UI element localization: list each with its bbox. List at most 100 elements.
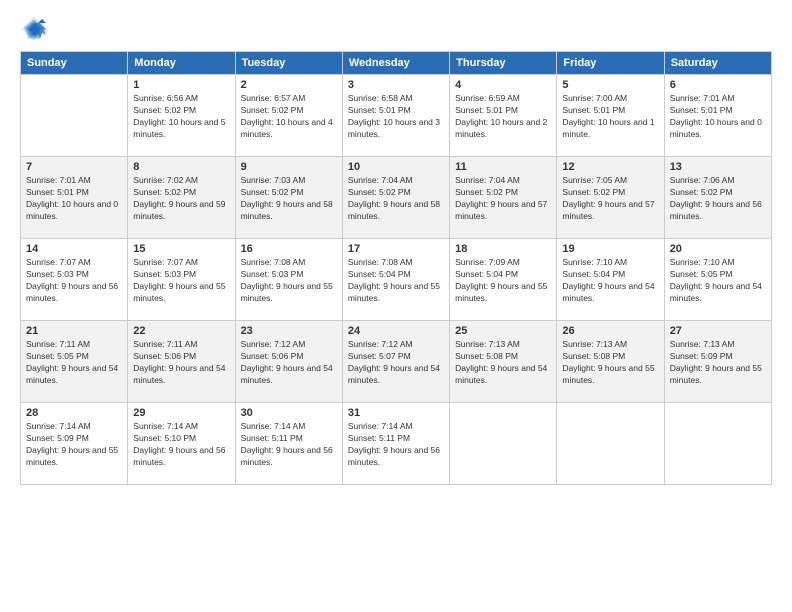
day-number: 24 (348, 325, 444, 337)
calendar-table: SundayMondayTuesdayWednesdayThursdayFrid… (20, 51, 772, 485)
day-number: 19 (562, 243, 658, 255)
logo-icon (20, 15, 48, 43)
calendar-cell: 17 Sunrise: 7:08 AMSunset: 5:04 PMDayligh… (342, 239, 449, 321)
day-info: Sunrise: 7:01 AMSunset: 5:01 PMDaylight:… (26, 175, 122, 223)
calendar-cell (21, 75, 128, 157)
day-info: Sunrise: 7:06 AMSunset: 5:02 PMDaylight:… (670, 175, 766, 223)
day-info: Sunrise: 7:12 AMSunset: 5:06 PMDaylight:… (241, 339, 337, 387)
day-number: 15 (133, 243, 229, 255)
weekday-header: Friday (557, 52, 664, 75)
day-number: 9 (241, 161, 337, 173)
day-number: 11 (455, 161, 551, 173)
calendar-cell: 7 Sunrise: 7:01 AMSunset: 5:01 PMDaylight… (21, 157, 128, 239)
day-number: 7 (26, 161, 122, 173)
weekday-header: Wednesday (342, 52, 449, 75)
weekday-header: Thursday (450, 52, 557, 75)
calendar-cell: 22 Sunrise: 7:11 AMSunset: 5:06 PMDayligh… (128, 321, 235, 403)
day-number: 20 (670, 243, 766, 255)
day-number: 6 (670, 79, 766, 91)
calendar-cell: 30 Sunrise: 7:14 AMSunset: 5:11 PMDayligh… (235, 403, 342, 485)
day-number: 25 (455, 325, 551, 337)
day-info: Sunrise: 6:57 AMSunset: 5:02 PMDaylight:… (241, 93, 337, 141)
day-number: 30 (241, 407, 337, 419)
calendar-cell: 12 Sunrise: 7:05 AMSunset: 5:02 PMDayligh… (557, 157, 664, 239)
calendar-cell: 25 Sunrise: 7:13 AMSunset: 5:08 PMDayligh… (450, 321, 557, 403)
calendar-cell: 1 Sunrise: 6:56 AMSunset: 5:02 PMDaylight… (128, 75, 235, 157)
day-number: 2 (241, 79, 337, 91)
day-number: 18 (455, 243, 551, 255)
calendar-cell: 18 Sunrise: 7:09 AMSunset: 5:04 PMDayligh… (450, 239, 557, 321)
day-info: Sunrise: 7:04 AMSunset: 5:02 PMDaylight:… (455, 175, 551, 223)
calendar-cell: 31 Sunrise: 7:14 AMSunset: 5:11 PMDayligh… (342, 403, 449, 485)
calendar-cell: 19 Sunrise: 7:10 AMSunset: 5:04 PMDayligh… (557, 239, 664, 321)
day-info: Sunrise: 7:08 AMSunset: 5:04 PMDaylight:… (348, 257, 444, 305)
day-info: Sunrise: 7:05 AMSunset: 5:02 PMDaylight:… (562, 175, 658, 223)
calendar-cell: 27 Sunrise: 7:13 AMSunset: 5:09 PMDayligh… (664, 321, 771, 403)
calendar-cell: 3 Sunrise: 6:58 AMSunset: 5:01 PMDaylight… (342, 75, 449, 157)
day-info: Sunrise: 7:14 AMSunset: 5:09 PMDaylight:… (26, 421, 122, 469)
day-number: 28 (26, 407, 122, 419)
weekday-header: Monday (128, 52, 235, 75)
day-number: 22 (133, 325, 229, 337)
weekday-header: Tuesday (235, 52, 342, 75)
day-number: 4 (455, 79, 551, 91)
calendar-cell (664, 403, 771, 485)
day-number: 8 (133, 161, 229, 173)
calendar-cell: 16 Sunrise: 7:08 AMSunset: 5:03 PMDayligh… (235, 239, 342, 321)
calendar-cell: 23 Sunrise: 7:12 AMSunset: 5:06 PMDayligh… (235, 321, 342, 403)
day-number: 16 (241, 243, 337, 255)
day-info: Sunrise: 6:56 AMSunset: 5:02 PMDaylight:… (133, 93, 229, 141)
day-info: Sunrise: 7:13 AMSunset: 5:08 PMDaylight:… (455, 339, 551, 387)
day-info: Sunrise: 7:13 AMSunset: 5:08 PMDaylight:… (562, 339, 658, 387)
calendar-cell: 26 Sunrise: 7:13 AMSunset: 5:08 PMDayligh… (557, 321, 664, 403)
calendar-cell: 5 Sunrise: 7:00 AMSunset: 5:01 PMDaylight… (557, 75, 664, 157)
day-info: Sunrise: 7:09 AMSunset: 5:04 PMDaylight:… (455, 257, 551, 305)
day-number: 21 (26, 325, 122, 337)
day-number: 14 (26, 243, 122, 255)
calendar-cell: 21 Sunrise: 7:11 AMSunset: 5:05 PMDayligh… (21, 321, 128, 403)
calendar-cell: 14 Sunrise: 7:07 AMSunset: 5:03 PMDayligh… (21, 239, 128, 321)
calendar-cell: 8 Sunrise: 7:02 AMSunset: 5:02 PMDaylight… (128, 157, 235, 239)
calendar-cell: 29Sunrise: 7:14 AMSunset: 5:10 PMDayligh… (128, 403, 235, 485)
day-info: Sunrise: 7:13 AMSunset: 5:09 PMDaylight:… (670, 339, 766, 387)
day-number: 31 (348, 407, 444, 419)
day-info: Sunrise: 7:03 AMSunset: 5:02 PMDaylight:… (241, 175, 337, 223)
calendar-cell: 28 Sunrise: 7:14 AMSunset: 5:09 PMDayligh… (21, 403, 128, 485)
calendar-cell: 6 Sunrise: 7:01 AMSunset: 5:01 PMDaylight… (664, 75, 771, 157)
day-number: 10 (348, 161, 444, 173)
day-info: Sunrise: 6:59 AMSunset: 5:01 PMDaylight:… (455, 93, 551, 141)
day-number: 3 (348, 79, 444, 91)
calendar-cell: 11 Sunrise: 7:04 AMSunset: 5:02 PMDayligh… (450, 157, 557, 239)
calendar-cell: 2 Sunrise: 6:57 AMSunset: 5:02 PMDaylight… (235, 75, 342, 157)
calendar-cell: 15 Sunrise: 7:07 AMSunset: 5:03 PMDayligh… (128, 239, 235, 321)
day-info: Sunrise: 7:08 AMSunset: 5:03 PMDaylight:… (241, 257, 337, 305)
day-info: Sunrise: 7:07 AMSunset: 5:03 PMDaylight:… (26, 257, 122, 305)
day-info: Sunrise: 7:14 AMSunset: 5:11 PMDaylight:… (241, 421, 337, 469)
page-header (20, 15, 772, 43)
day-info: Sunrise: 7:02 AMSunset: 5:02 PMDaylight:… (133, 175, 229, 223)
calendar-cell: 13Sunrise: 7:06 AMSunset: 5:02 PMDayligh… (664, 157, 771, 239)
day-info: Sunrise: 7:11 AMSunset: 5:06 PMDaylight:… (133, 339, 229, 387)
calendar-cell: 9 Sunrise: 7:03 AMSunset: 5:02 PMDaylight… (235, 157, 342, 239)
day-info: Sunrise: 7:10 AMSunset: 5:05 PMDaylight:… (670, 257, 766, 305)
day-info: Sunrise: 7:07 AMSunset: 5:03 PMDaylight:… (133, 257, 229, 305)
day-info: Sunrise: 6:58 AMSunset: 5:01 PMDaylight:… (348, 93, 444, 141)
day-info: Sunrise: 7:10 AMSunset: 5:04 PMDaylight:… (562, 257, 658, 305)
day-info: Sunrise: 7:01 AMSunset: 5:01 PMDaylight:… (670, 93, 766, 141)
day-info: Sunrise: 7:14 AMSunset: 5:10 PMDaylight:… (133, 421, 229, 469)
day-number: 17 (348, 243, 444, 255)
day-number: 1 (133, 79, 229, 91)
day-number: 26 (562, 325, 658, 337)
calendar-cell: 10Sunrise: 7:04 AMSunset: 5:02 PMDayligh… (342, 157, 449, 239)
logo (20, 15, 52, 43)
weekday-header: Saturday (664, 52, 771, 75)
weekday-header: Sunday (21, 52, 128, 75)
calendar-cell: 4 Sunrise: 6:59 AMSunset: 5:01 PMDaylight… (450, 75, 557, 157)
day-info: Sunrise: 7:14 AMSunset: 5:11 PMDaylight:… (348, 421, 444, 469)
day-info: Sunrise: 7:11 AMSunset: 5:05 PMDaylight:… (26, 339, 122, 387)
day-number: 5 (562, 79, 658, 91)
day-number: 12 (562, 161, 658, 173)
day-number: 23 (241, 325, 337, 337)
day-number: 27 (670, 325, 766, 337)
day-info: Sunrise: 7:00 AMSunset: 5:01 PMDaylight:… (562, 93, 658, 141)
